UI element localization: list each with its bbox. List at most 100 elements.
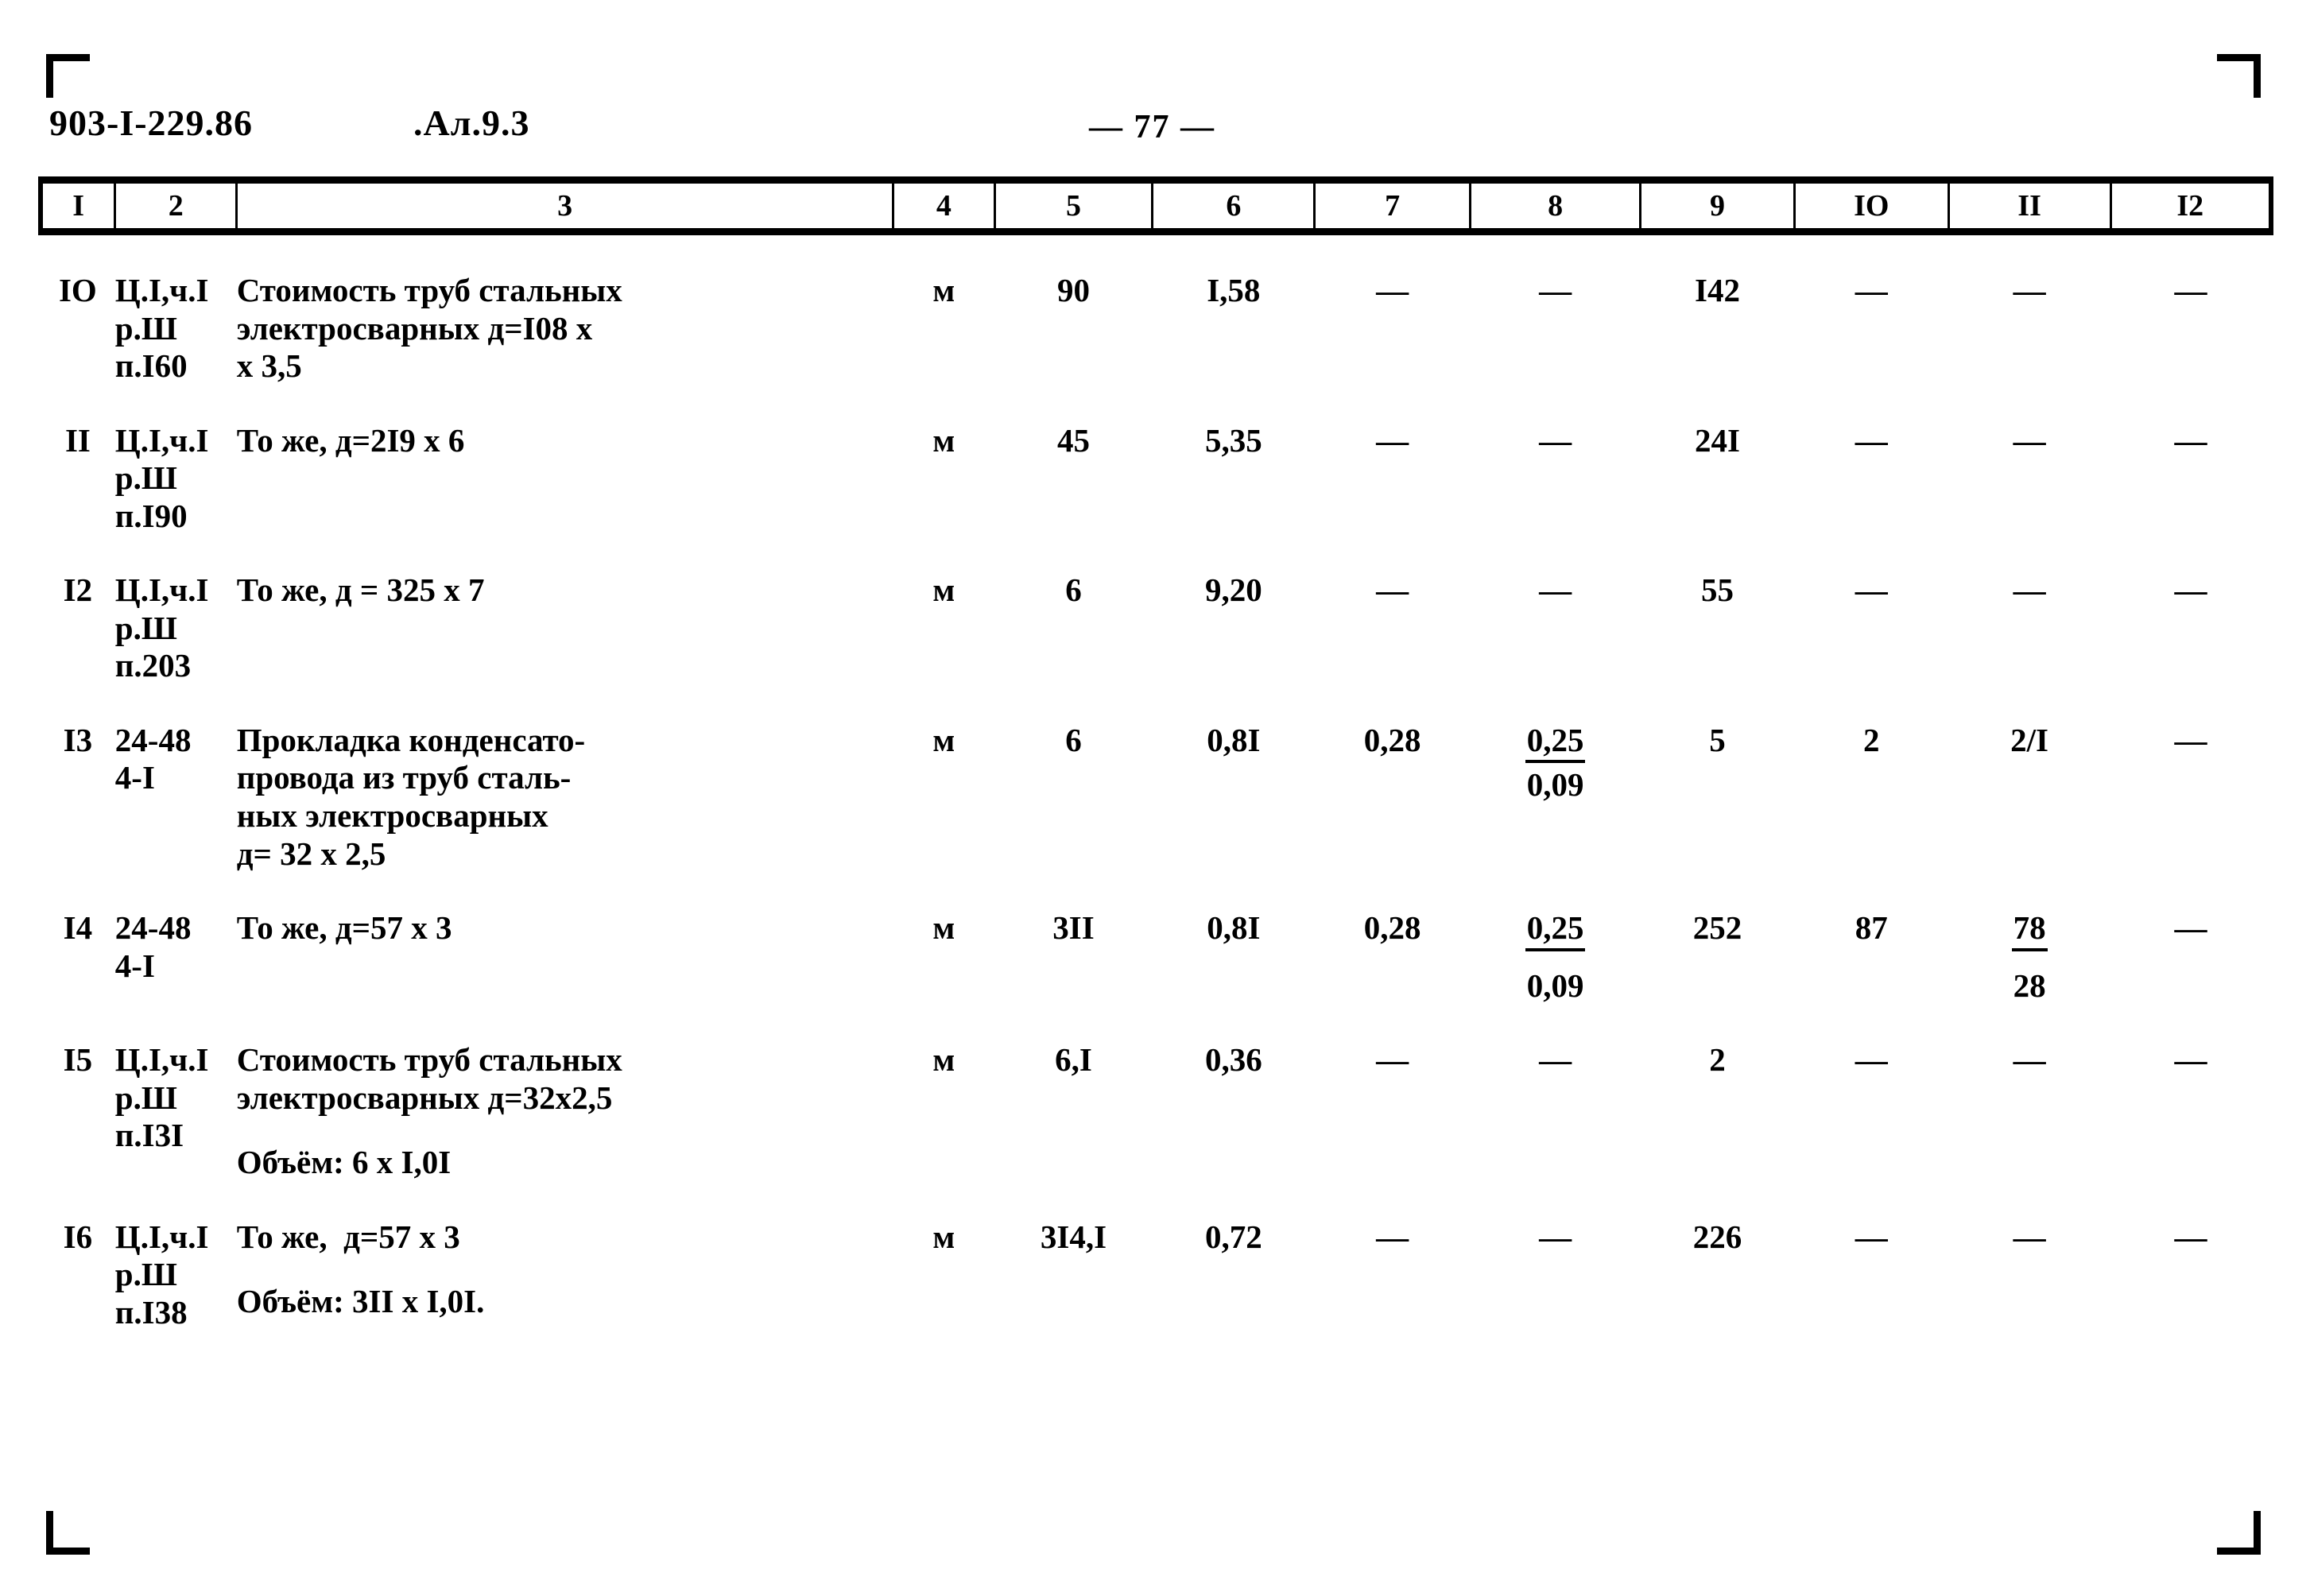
spacer-cell — [41, 1331, 2271, 1368]
row-description: То же, д=57 х 3 — [236, 909, 452, 947]
description-extra: Объём: 6 х I,0I — [236, 1144, 452, 1181]
row-col9: I42 — [1695, 272, 1741, 308]
row-col7: 0,28 — [1363, 909, 1421, 947]
crop-mark-bottom-left — [46, 1511, 90, 1555]
table-row: I4 24-48 4-I То же, д=57 х 3 м 3II 0,8I 0,28 0,… — [41, 909, 2271, 1005]
column-header-row: I 2 3 4 5 6 7 8 9 IО II I2 — [38, 176, 2273, 235]
row-col6: I,58 — [1207, 272, 1261, 308]
row-col5-quantity: 6 — [1065, 571, 1082, 609]
table-spacer — [41, 535, 2271, 571]
row-col9: 226 — [1692, 1218, 1742, 1255]
row-col12: — — [2174, 721, 2207, 758]
estimate-table: I 2 3 4 5 6 7 8 9 IО II I2 IО Ц.I,ч.I р.Ш… — [38, 176, 2273, 1368]
row-col9: 55 — [1701, 571, 1734, 609]
row-col8: 0,25 0,09 — [1471, 722, 1641, 873]
row-col8: 0,25 0,09 — [1471, 909, 1641, 1005]
sheet-label: .Ал.9.3 — [413, 103, 530, 143]
row-code: Ц.I,ч.I р.Ш п.I90 — [114, 421, 209, 534]
table-row: IО Ц.I,ч.I р.Ш п.I60 Стоимость труб стальн… — [41, 272, 2271, 385]
fraction-numerator: 78 — [2011, 909, 2048, 951]
column-header-2: 2 — [114, 176, 238, 235]
table-spacer — [41, 685, 2271, 722]
spacer-cell — [41, 873, 2271, 909]
row-col8: — — [1539, 1218, 1572, 1255]
row-col10: — — [1855, 1041, 1888, 1079]
row-number: I4 — [63, 909, 93, 947]
fraction: 78 28 — [2011, 909, 2048, 1005]
row-col11: — — [2013, 1218, 2046, 1255]
row-col11: 78 28 — [1948, 909, 2110, 1005]
column-header-7: 7 — [1313, 176, 1472, 235]
column-header-1: I — [38, 176, 117, 235]
spacer-cell — [41, 232, 2271, 273]
row-col11: 2/I — [2010, 721, 2048, 758]
row-col10: — — [1855, 1218, 1888, 1255]
row-col7: — — [1376, 421, 1409, 459]
row-code: Ц.I,ч.I р.Ш п.I60 — [114, 272, 209, 385]
row-col8: — — [1539, 571, 1572, 609]
row-number: I3 — [63, 721, 93, 758]
row-col7: — — [1376, 1218, 1409, 1255]
fraction: 0,25 0,09 — [1525, 722, 1586, 804]
column-header-6: 6 — [1151, 176, 1316, 235]
fraction: 0,25 0,09 — [1525, 909, 1586, 1005]
row-unit: м — [932, 571, 955, 609]
row-description: Прокладка конденсато- провода из труб ст… — [236, 721, 586, 872]
row-unit: м — [932, 1218, 955, 1255]
row-number: I2 — [63, 571, 93, 609]
spacer-cell — [41, 385, 2271, 422]
row-col5-quantity: 3I4,I — [1040, 1218, 1107, 1255]
column-header-4: 4 — [892, 176, 996, 235]
table-row: I2 Ц.I,ч.I р.Ш п.203 То же, д = 325 х 7 м 6 9… — [41, 571, 2271, 685]
column-header-12: I2 — [2109, 176, 2273, 235]
row-unit: м — [932, 1041, 955, 1079]
table-spacer — [41, 385, 2271, 422]
column-header-9: 9 — [1639, 176, 1796, 235]
row-col6: 9,20 — [1204, 571, 1262, 609]
table-header: I 2 3 4 5 6 7 8 9 IО II I2 — [38, 176, 2273, 235]
row-col7: — — [1376, 1041, 1409, 1079]
fraction-numerator: 0,25 — [1525, 909, 1586, 951]
row-col8: — — [1539, 421, 1572, 459]
row-unit: м — [932, 421, 955, 459]
column-header-8: 8 — [1469, 176, 1642, 235]
row-unit: м — [932, 909, 955, 947]
row-col12: — — [2174, 1218, 2207, 1255]
row-description: То же, д=2I9 х 6 — [236, 421, 465, 459]
row-col12: — — [2174, 571, 2207, 609]
row-col5-quantity: 45 — [1056, 421, 1090, 459]
row-col6: 0,8I — [1207, 909, 1261, 947]
document-code: 903-I-229.86 — [49, 103, 254, 143]
row-col11: — — [2013, 571, 2046, 609]
row-col6: 0,8I — [1207, 721, 1261, 758]
row-col9: 252 — [1692, 909, 1742, 947]
row-code: 24-48 4-I — [114, 909, 192, 984]
row-unit: м — [932, 721, 955, 758]
crop-mark-top-right — [2217, 54, 2261, 98]
crop-mark-bottom-right — [2217, 1511, 2261, 1555]
estimate-table-wrapper: I 2 3 4 5 6 7 8 9 IО II I2 IО Ц.I,ч.I р.Ш… — [38, 176, 2273, 1368]
description-extra: Объём: 3II х I,0I. — [236, 1283, 485, 1320]
fraction-numerator: 0,25 — [1525, 722, 1586, 764]
row-col8: — — [1539, 1041, 1572, 1079]
table-body: IО Ц.I,ч.I р.Ш п.I60 Стоимость труб стальн… — [41, 232, 2271, 1369]
column-header-5: 5 — [993, 176, 1154, 235]
column-header-11: II — [1947, 176, 2112, 235]
fraction-denominator: 0,09 — [1526, 766, 1584, 804]
row-col11: — — [2013, 421, 2046, 459]
row-col5-quantity: 90 — [1056, 272, 1090, 308]
row-col11: — — [2013, 272, 2046, 308]
row-col10: — — [1855, 272, 1888, 308]
table-spacer — [41, 1331, 2271, 1368]
page-header: 903-I-229.86 .Ал.9.3 — 77 — — [0, 102, 2310, 157]
fraction-denominator: 28 — [2013, 967, 2046, 1004]
spacer-cell — [41, 1182, 2271, 1218]
row-col6: 0,72 — [1204, 1218, 1262, 1255]
spacer-cell — [41, 1005, 2271, 1041]
row-code: Ц.I,ч.I р.Ш п.I3I — [114, 1041, 209, 1154]
row-col12: — — [2174, 421, 2207, 459]
row-col7: — — [1376, 272, 1409, 308]
spacer-cell — [41, 685, 2271, 722]
row-col6: 5,35 — [1204, 421, 1262, 459]
row-col10: 87 — [1855, 909, 1888, 947]
